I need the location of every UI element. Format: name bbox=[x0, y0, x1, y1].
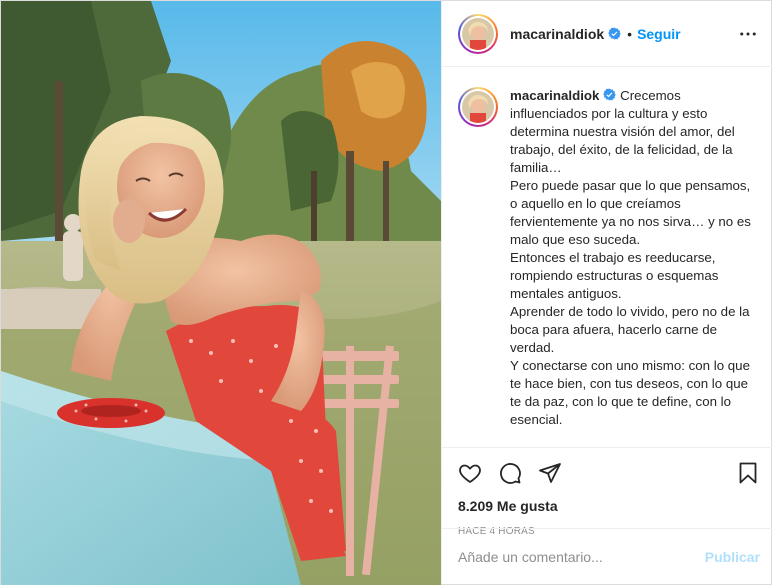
caption-paragraph: Aprender de todo lo vivido, pero no de l… bbox=[510, 304, 750, 355]
publish-button[interactable]: Publicar bbox=[705, 549, 760, 565]
avatar-image bbox=[462, 17, 494, 50]
comment-icon[interactable] bbox=[498, 461, 522, 485]
caption-avatar[interactable] bbox=[458, 87, 498, 127]
like-count[interactable]: 8.209 Me gusta bbox=[458, 498, 760, 514]
verified-badge-icon bbox=[608, 27, 621, 40]
caption-paragraph: Pero puede pasar que lo que pensamos, o … bbox=[510, 178, 751, 247]
avatar[interactable] bbox=[458, 13, 498, 54]
caption-text: macarinaldiok Crecemos influenciados por… bbox=[510, 87, 760, 447]
post-photo[interactable] bbox=[1, 1, 441, 585]
caption-username[interactable]: macarinaldiok bbox=[510, 88, 599, 103]
separator-dot: • bbox=[627, 25, 633, 42]
caption-section: macarinaldiok Crecemos influenciados por… bbox=[442, 67, 772, 447]
avatar-image bbox=[462, 91, 494, 123]
post-header: macarinaldiok • Seguir bbox=[442, 1, 772, 67]
header-username[interactable]: macarinaldiok bbox=[510, 26, 604, 42]
bookmark-icon[interactable] bbox=[736, 461, 760, 485]
heart-icon[interactable] bbox=[458, 461, 482, 485]
verified-badge-icon bbox=[603, 88, 617, 101]
caption-paragraph: Y conectarse con uno mismo: con lo que t… bbox=[510, 358, 750, 427]
caption-paragraph: Entonces el trabajo es reeducarse, rompi… bbox=[510, 250, 719, 301]
more-options-icon[interactable] bbox=[736, 22, 760, 46]
instagram-post: macarinaldiok • Seguir macarinaldiok Cre… bbox=[0, 0, 772, 585]
action-bar bbox=[458, 448, 760, 498]
follow-button[interactable]: Seguir bbox=[637, 26, 681, 42]
comment-form: Publicar bbox=[442, 528, 772, 584]
post-side-panel: macarinaldiok • Seguir macarinaldiok Cre… bbox=[441, 1, 772, 584]
comment-input[interactable] bbox=[458, 548, 705, 565]
post-photo-illustration bbox=[1, 1, 441, 585]
share-icon[interactable] bbox=[538, 461, 562, 485]
